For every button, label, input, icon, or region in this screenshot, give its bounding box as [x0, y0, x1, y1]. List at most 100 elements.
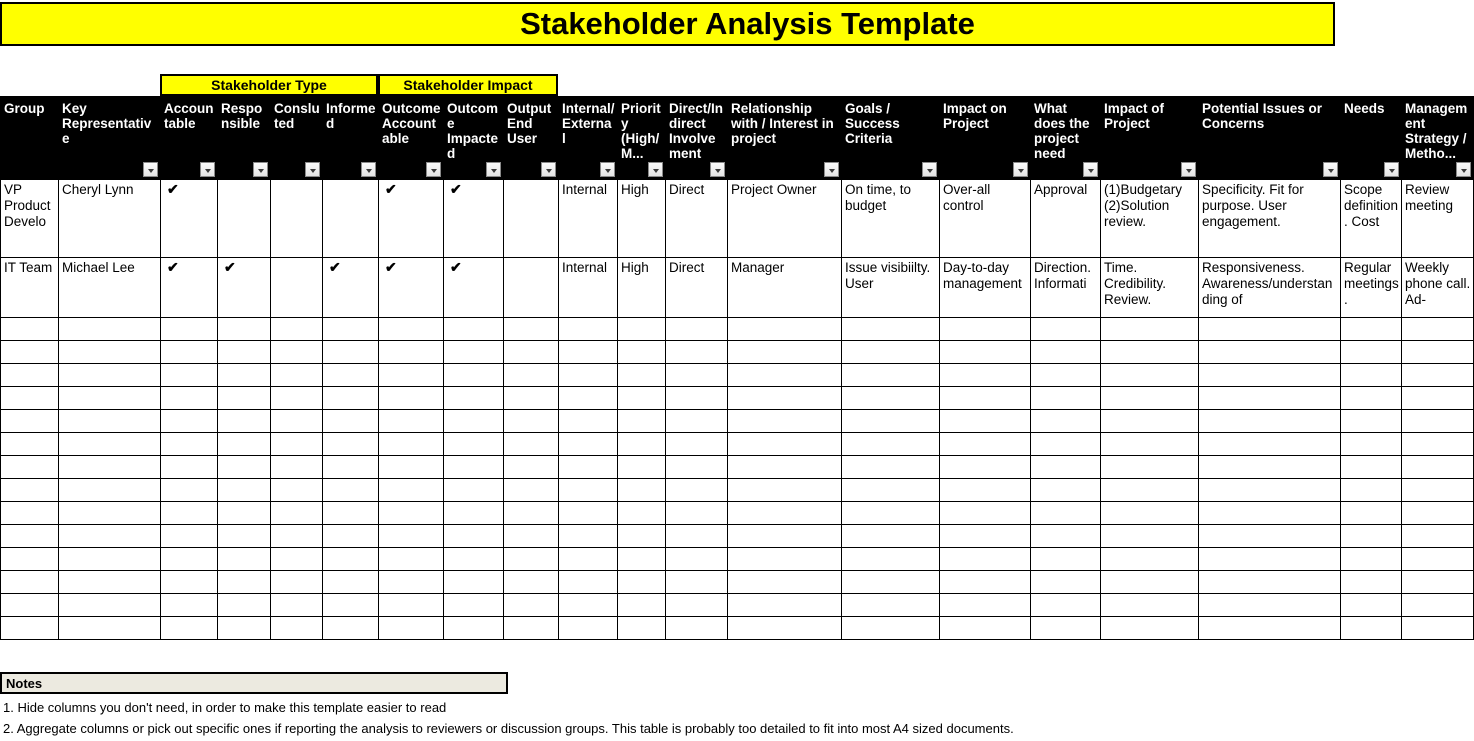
filter-dropdown-icon[interactable] [1181, 162, 1196, 177]
cell-impact_of-empty[interactable] [1100, 340, 1199, 364]
cell-out_account-empty[interactable] [378, 386, 444, 410]
cell-relationship[interactable]: Project Owner [727, 179, 842, 258]
cell-out_account-empty[interactable] [378, 363, 444, 387]
cell-needs-empty[interactable] [1340, 478, 1402, 502]
cell-group-empty[interactable] [0, 593, 59, 617]
cell-out_impacted[interactable]: ✔ [443, 257, 504, 318]
cell-output_enduser-empty[interactable] [503, 363, 559, 387]
cell-informed-empty[interactable] [322, 501, 379, 525]
cell-goals-empty[interactable] [841, 616, 940, 640]
cell-direct_indirect-empty[interactable] [665, 547, 728, 571]
cell-group[interactable]: IT Team [0, 257, 59, 318]
cell-direct_indirect-empty[interactable] [665, 455, 728, 479]
cell-out_account-empty[interactable] [378, 409, 444, 433]
filter-dropdown-icon[interactable] [486, 162, 501, 177]
cell-accountable-empty[interactable] [160, 455, 218, 479]
cell-what_needs[interactable]: Approval [1030, 179, 1101, 258]
cell-issues-empty[interactable] [1198, 616, 1341, 640]
cell-impact_on-empty[interactable] [939, 478, 1031, 502]
cell-what_needs-empty[interactable] [1030, 501, 1101, 525]
cell-accountable-empty[interactable] [160, 593, 218, 617]
cell-impact_on-empty[interactable] [939, 317, 1031, 341]
cell-consulted[interactable] [270, 257, 323, 318]
cell-relationship-empty[interactable] [727, 455, 842, 479]
cell-informed-empty[interactable] [322, 363, 379, 387]
cell-issues-empty[interactable] [1198, 478, 1341, 502]
cell-impact_of[interactable]: Time. Credibility. Review. [1100, 257, 1199, 318]
cell-priority-empty[interactable] [617, 547, 666, 571]
cell-consulted-empty[interactable] [270, 547, 323, 571]
cell-mgmt_strategy-empty[interactable] [1401, 524, 1474, 548]
cell-group-empty[interactable] [0, 570, 59, 594]
filter-dropdown-icon[interactable] [824, 162, 839, 177]
cell-direct_indirect-empty[interactable] [665, 570, 728, 594]
cell-what_needs-empty[interactable] [1030, 432, 1101, 456]
cell-mgmt_strategy-empty[interactable] [1401, 340, 1474, 364]
cell-goals-empty[interactable] [841, 455, 940, 479]
cell-impact_of-empty[interactable] [1100, 478, 1199, 502]
filter-dropdown-icon[interactable] [200, 162, 215, 177]
cell-out_impacted[interactable]: ✔ [443, 179, 504, 258]
cell-goals[interactable]: On time, to budget [841, 179, 940, 258]
cell-goals-empty[interactable] [841, 593, 940, 617]
cell-direct_indirect[interactable]: Direct [665, 257, 728, 318]
cell-responsible-empty[interactable] [217, 317, 271, 341]
cell-key_rep-empty[interactable] [58, 570, 161, 594]
cell-mgmt_strategy-empty[interactable] [1401, 363, 1474, 387]
cell-responsible-empty[interactable] [217, 570, 271, 594]
cell-consulted-empty[interactable] [270, 501, 323, 525]
cell-group-empty[interactable] [0, 547, 59, 571]
cell-impact_on-empty[interactable] [939, 432, 1031, 456]
cell-output_enduser-empty[interactable] [503, 501, 559, 525]
cell-consulted-empty[interactable] [270, 524, 323, 548]
cell-what_needs-empty[interactable] [1030, 616, 1101, 640]
cell-responsible-empty[interactable] [217, 340, 271, 364]
filter-dropdown-icon[interactable] [1384, 162, 1399, 177]
cell-out_account[interactable]: ✔ [378, 257, 444, 318]
cell-consulted-empty[interactable] [270, 432, 323, 456]
cell-key_rep-empty[interactable] [58, 616, 161, 640]
cell-responsible-empty[interactable] [217, 547, 271, 571]
cell-goals-empty[interactable] [841, 317, 940, 341]
filter-dropdown-icon[interactable] [1323, 162, 1338, 177]
cell-needs-empty[interactable] [1340, 386, 1402, 410]
cell-priority-empty[interactable] [617, 593, 666, 617]
cell-mgmt_strategy-empty[interactable] [1401, 409, 1474, 433]
cell-what_needs-empty[interactable] [1030, 340, 1101, 364]
cell-responsible[interactable] [217, 179, 271, 258]
cell-goals[interactable]: Issue visibiilty. User [841, 257, 940, 318]
cell-accountable-empty[interactable] [160, 386, 218, 410]
cell-consulted-empty[interactable] [270, 409, 323, 433]
cell-direct_indirect-empty[interactable] [665, 616, 728, 640]
cell-what_needs-empty[interactable] [1030, 363, 1101, 387]
cell-int_ext-empty[interactable] [558, 524, 618, 548]
cell-direct_indirect[interactable]: Direct [665, 179, 728, 258]
cell-out_impacted-empty[interactable] [443, 547, 504, 571]
cell-issues[interactable]: Specificity. Fit for purpose. User engag… [1198, 179, 1341, 258]
cell-accountable-empty[interactable] [160, 409, 218, 433]
cell-impact_of-empty[interactable] [1100, 409, 1199, 433]
cell-what_needs-empty[interactable] [1030, 409, 1101, 433]
cell-impact_of-empty[interactable] [1100, 386, 1199, 410]
cell-impact_of-empty[interactable] [1100, 501, 1199, 525]
cell-what_needs-empty[interactable] [1030, 317, 1101, 341]
cell-consulted-empty[interactable] [270, 593, 323, 617]
cell-mgmt_strategy-empty[interactable] [1401, 593, 1474, 617]
cell-output_enduser-empty[interactable] [503, 570, 559, 594]
cell-direct_indirect-empty[interactable] [665, 386, 728, 410]
cell-direct_indirect-empty[interactable] [665, 593, 728, 617]
cell-accountable-empty[interactable] [160, 432, 218, 456]
cell-priority-empty[interactable] [617, 501, 666, 525]
cell-direct_indirect-empty[interactable] [665, 478, 728, 502]
cell-out_impacted-empty[interactable] [443, 317, 504, 341]
cell-informed-empty[interactable] [322, 340, 379, 364]
cell-output_enduser-empty[interactable] [503, 432, 559, 456]
cell-responsible-empty[interactable] [217, 386, 271, 410]
cell-impact_on-empty[interactable] [939, 616, 1031, 640]
cell-key_rep-empty[interactable] [58, 340, 161, 364]
cell-out_impacted-empty[interactable] [443, 455, 504, 479]
cell-relationship-empty[interactable] [727, 547, 842, 571]
cell-consulted-empty[interactable] [270, 455, 323, 479]
cell-int_ext-empty[interactable] [558, 616, 618, 640]
cell-relationship-empty[interactable] [727, 501, 842, 525]
